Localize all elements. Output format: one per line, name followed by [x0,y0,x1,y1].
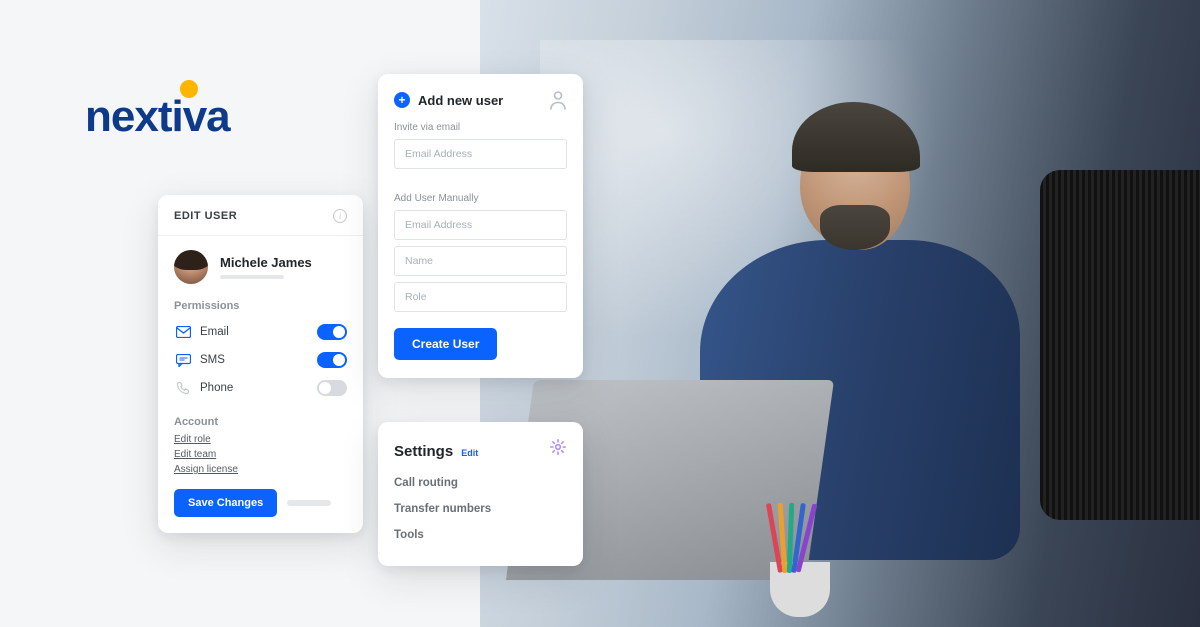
edit-user-card: EDIT USER i Michele James Permissions Em… [158,195,363,533]
create-user-button[interactable]: Create User [394,328,497,360]
perm-label: SMS [200,354,317,366]
footer-placeholder [287,500,331,506]
plus-circle-icon: + [394,92,410,108]
settings-item-call-routing[interactable]: Call routing [394,470,567,496]
manual-email-input[interactable] [394,210,567,240]
perm-row-email: Email [174,318,347,346]
save-changes-button[interactable]: Save Changes [174,489,277,517]
link-edit-role[interactable]: Edit role [174,434,347,445]
invite-via-email-label: Invite via email [394,122,567,133]
settings-item-transfer-numbers[interactable]: Transfer numbers [394,496,567,522]
settings-edit-link[interactable]: Edit [461,448,478,458]
brand-name: nextiva [85,92,230,142]
user-name: Michele James [220,255,312,270]
account-label: Account [158,408,363,434]
avatar [174,250,208,284]
manual-role-input[interactable] [394,282,567,312]
toggle-email[interactable] [317,324,347,340]
permissions-label: Permissions [158,292,363,318]
hero-photo [480,0,1200,627]
user-icon [549,90,567,110]
perm-row-sms: SMS [174,346,347,374]
toggle-sms[interactable] [317,352,347,368]
perm-label: Email [200,326,317,338]
add-user-title: Add new user [418,93,549,108]
phone-icon [174,381,192,395]
brand-logo: nextiva [85,92,230,142]
add-manually-label: Add User Manually [394,193,567,204]
settings-title: Settings [394,443,453,460]
link-assign-license[interactable]: Assign license [174,464,347,475]
manual-name-input[interactable] [394,246,567,276]
add-user-card: + Add new user Invite via email Add User… [378,74,583,378]
perm-label: Phone [200,382,317,394]
invite-email-input[interactable] [394,139,567,169]
user-subline-placeholder [220,275,284,279]
logo-dot-icon [180,80,198,98]
settings-item-tools[interactable]: Tools [394,522,567,548]
perm-row-phone: Phone [174,374,347,402]
mail-icon [174,326,192,338]
sms-icon [174,354,192,367]
toggle-phone[interactable] [317,380,347,396]
edit-user-title: EDIT USER [174,210,237,222]
link-edit-team[interactable]: Edit team [174,449,347,460]
settings-card: Settings Edit Call routing Transfer numb… [378,422,583,566]
gear-icon [549,438,567,456]
info-icon[interactable]: i [333,209,347,223]
